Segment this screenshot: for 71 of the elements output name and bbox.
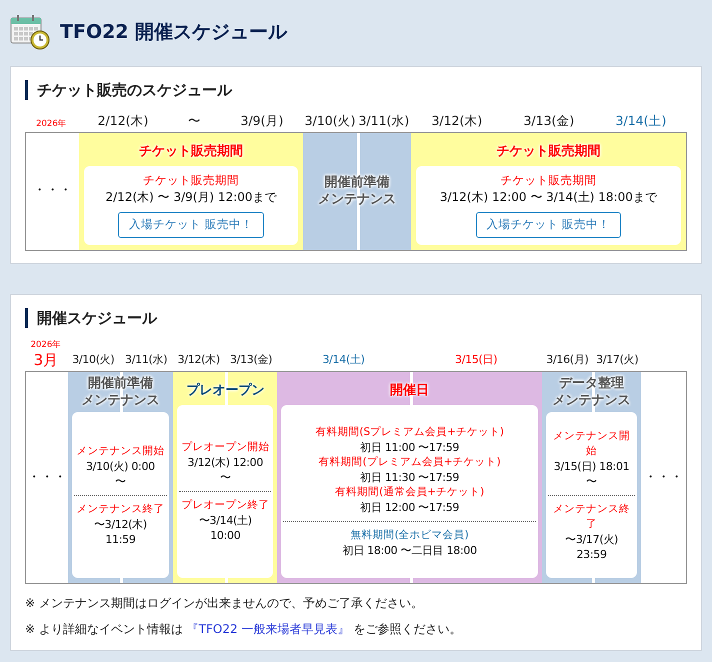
period-time: 初日 18:00 〜二日目 18:00 <box>342 543 477 558</box>
date-label: 3/15(日) <box>455 352 498 368</box>
ellipsis-mark: ・・・ <box>27 468 66 487</box>
period-heading: メンテナンス <box>552 392 631 409</box>
date-label: 3/11(水) <box>125 352 168 368</box>
period-time: 〜 <box>220 470 231 485</box>
ticket-sale-button[interactable]: 入場チケット 販売中！ <box>476 212 622 238</box>
period-heading: 開催日 <box>390 382 430 399</box>
quick-guide-link[interactable]: 『TFO22 一般来場者早見表』 <box>186 622 350 636</box>
period-time: 2/12(木) 〜 3/9(月) 12:00まで <box>106 189 277 206</box>
period-time: 初日 11:00 〜17:59 <box>360 440 460 455</box>
date-label: 3/9(月) <box>240 112 284 130</box>
period-heading: チケット販売期間 <box>139 142 243 160</box>
period-time: 23:59 <box>576 546 607 562</box>
date-label: 3/14(土) <box>322 352 365 368</box>
period-time: 3/12(木) 12:00 〜 3/14(土) 18:00まで <box>440 189 657 206</box>
period-time: 〜 <box>586 474 597 488</box>
ellipsis-mark: ・・・ <box>644 468 684 487</box>
period-label: 有料期間(Sプレミアム会員+チケット) <box>315 425 504 440</box>
period-heading: プレオープン <box>186 382 264 399</box>
ellipsis-mark: ・・・ <box>32 182 72 200</box>
period-label: メンテナンス開始 <box>552 428 632 458</box>
note-text: ※ より詳細なイベント情報は 『TFO22 一般来場者早見表』 をご参照ください。 <box>25 621 462 638</box>
date-label: 2/12(木) <box>98 112 148 130</box>
date-label: 3/12(木) <box>178 352 220 368</box>
period-label: 有料期間(通常会員+チケット) <box>335 485 484 500</box>
date-label: 3/10(火) <box>72 352 114 368</box>
note-text: ※ メンテナンス期間はログインが出来ませんので、予めご了承ください。 <box>25 595 424 612</box>
period-time: 初日 11:30 〜17:59 <box>360 470 460 485</box>
period-heading: 開催前準備 <box>324 174 390 191</box>
period-time: 3/12(木) 12:00 <box>188 455 264 470</box>
date-label: 3/14(土) <box>616 112 666 130</box>
date-label: 3/11(水) <box>358 112 410 130</box>
period-heading: メンテナンス <box>81 392 160 409</box>
period-heading: データ整理 <box>559 375 624 392</box>
period-time: 〜3/17(火) <box>565 532 618 546</box>
period-label: プレオープン開始 <box>181 440 270 455</box>
period-time: 初日 12:00 〜17:59 <box>360 500 460 515</box>
period-time: 3/15(日) 18:01 <box>554 458 630 474</box>
date-label: 3/10(火) <box>304 112 356 130</box>
page-title: TFO22 開催スケジュール <box>60 20 288 45</box>
period-label: メンテナンス開始 <box>76 444 164 458</box>
period-label: メンテナンス終了 <box>76 502 164 516</box>
period-time: 〜 <box>115 474 126 488</box>
period-time: 11:59 <box>105 532 136 546</box>
period-time: 10:00 <box>210 528 240 543</box>
period-label: 無料期間(全ホビマ会員) <box>350 528 469 543</box>
period-heading: 開催前準備 <box>88 375 153 392</box>
period-time: 3/10(火) 0:00 <box>86 458 155 474</box>
calendar-clock-icon <box>10 14 50 50</box>
date-label: 3/13(金) <box>523 112 574 130</box>
period-label: プレオープン終了 <box>181 498 270 513</box>
period-label: 有料期間(プレミアム会員+チケット) <box>318 455 501 470</box>
date-label: 3/16(月) <box>546 352 588 368</box>
period-heading: チケット販売期間 <box>496 142 600 160</box>
date-label: 〜 <box>188 112 201 130</box>
date-label: 3/17(火) <box>596 352 638 368</box>
date-label: 3/12(木) <box>431 112 482 130</box>
month-label: 3月 <box>34 351 58 369</box>
period-heading: メンテナンス <box>318 191 396 208</box>
period-time: 〜3/14(土) <box>198 513 252 528</box>
section-title: 開催スケジュール <box>37 308 157 328</box>
year-label: 2026年 <box>36 118 67 130</box>
period-label: メンテナンス終了 <box>552 502 632 532</box>
ticket-sale-button[interactable]: 入場チケット 販売中！ <box>118 212 264 238</box>
year-label: 2026年 <box>30 339 62 351</box>
period-label: チケット販売期間 <box>143 172 239 190</box>
period-label: チケット販売期間 <box>500 172 596 190</box>
section-title: チケット販売のスケジュール <box>37 80 232 101</box>
period-time: 〜3/12(木) <box>94 516 147 532</box>
date-label: 3/13(金) <box>230 352 272 368</box>
